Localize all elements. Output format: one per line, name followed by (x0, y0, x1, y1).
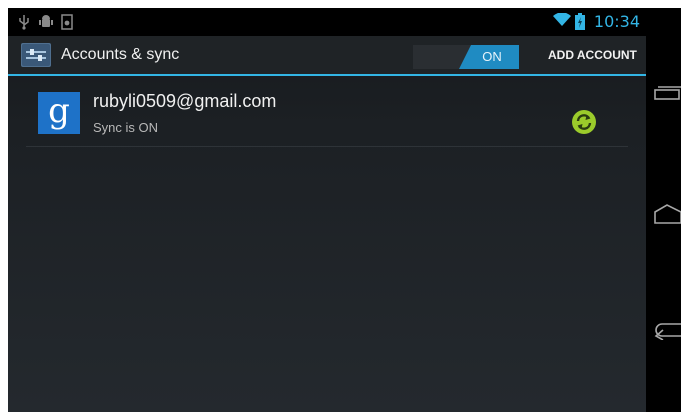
add-account-button[interactable]: ADD ACCOUNT (548, 48, 637, 62)
google-icon: g (38, 92, 80, 134)
settings-app-icon[interactable] (21, 43, 51, 67)
wifi-icon (553, 13, 571, 26)
page-title: Accounts & sync (61, 46, 180, 63)
account-list-item[interactable]: g rubyli0509@gmail.com Sync is ON (26, 82, 628, 147)
action-bar: Accounts & sync ON ADD ACCOUNT (8, 36, 646, 76)
clock: 10:34 (593, 12, 640, 31)
usb-icon (19, 15, 29, 30)
device-frame: 10:34 Accounts & sync ON ADD ACCOUNT g r… (8, 8, 681, 412)
sync-toggle[interactable]: ON (413, 45, 519, 69)
home-icon[interactable] (654, 204, 681, 224)
account-sync-status: Sync is ON (93, 120, 159, 135)
android-debug-icon (39, 15, 53, 27)
navigation-bar (646, 8, 681, 412)
recent-apps-icon[interactable] (654, 84, 681, 102)
battery-icon (575, 13, 585, 30)
account-email: rubyli0509@gmail.com (93, 91, 277, 111)
sync-toggle-on-label: ON (459, 45, 519, 69)
settings-screen: 10:34 Accounts & sync ON ADD ACCOUNT g r… (8, 8, 646, 412)
status-bar: 10:34 (8, 8, 646, 36)
screenshot-icon (61, 14, 73, 30)
back-icon[interactable] (654, 320, 681, 340)
sync-icon (572, 110, 596, 134)
